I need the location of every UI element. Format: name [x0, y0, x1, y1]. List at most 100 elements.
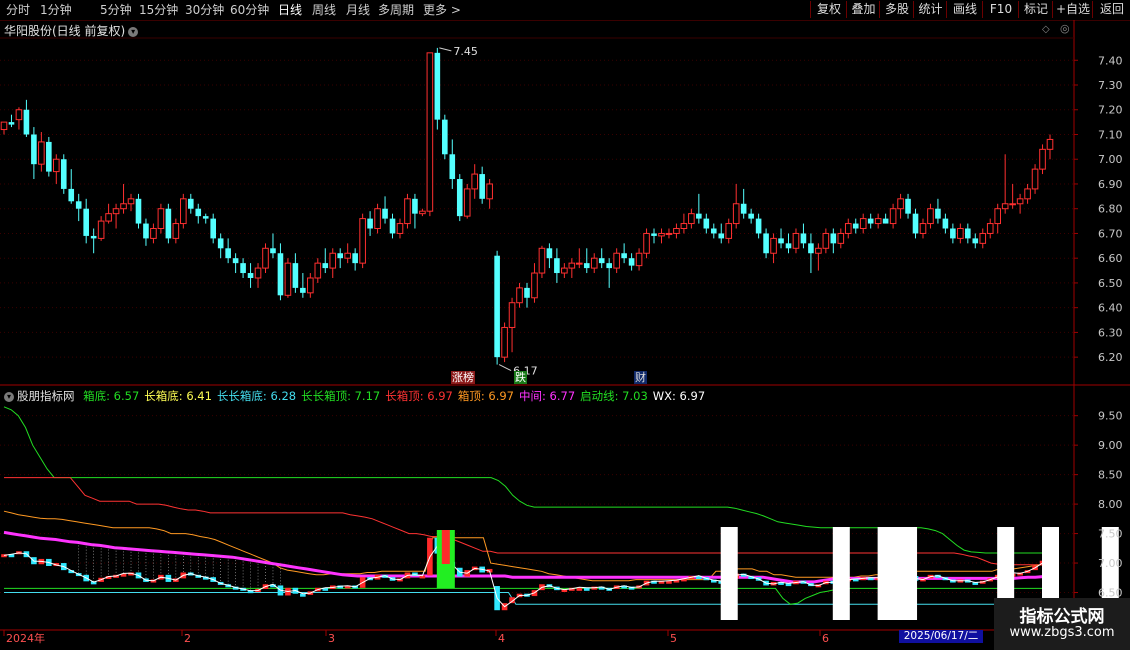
candle-71 [531, 272, 538, 299]
price-tick-5: 6.90 [1098, 178, 1123, 191]
candle-110 [822, 232, 830, 249]
candlestick-series [0, 47, 1054, 365]
event-badge-finance[interactable]: 财 [634, 371, 647, 384]
candle-11 [83, 208, 89, 236]
candle-44 [329, 252, 337, 269]
candle-133 [994, 208, 1002, 225]
candle-86 [643, 232, 650, 254]
indicator-value-6: 中间: 6.77 [519, 389, 576, 403]
candle-1 [8, 122, 15, 125]
candle-43 [322, 263, 329, 269]
candle-105 [785, 243, 792, 249]
candle-9 [68, 188, 75, 202]
candle-4 [31, 134, 37, 165]
candle-107 [800, 233, 807, 244]
candle-69 [516, 287, 523, 304]
signal-bar-2 [877, 527, 895, 620]
candle-68 [508, 302, 516, 328]
candle-40 [300, 287, 306, 293]
candle-8 [60, 159, 67, 189]
candle-12 [90, 235, 97, 239]
candle-22 [165, 208, 172, 239]
indicator-value-5: 箱顶: 6.97 [457, 389, 514, 403]
candle-32 [240, 263, 246, 274]
price-tick-6: 6.80 [1098, 203, 1123, 216]
candle-130 [972, 238, 979, 244]
candle-70 [524, 287, 530, 298]
watermark-sub: www.zbgs3.com [1009, 625, 1115, 640]
candle-126 [942, 218, 949, 229]
price-tick-2: 7.20 [1098, 104, 1123, 117]
candle-35 [262, 247, 269, 269]
candle-28 [210, 218, 217, 239]
kline-chart-canvas[interactable]: 7.40 7.30 7.20 7.10 7.00 6.90 6.80 6.70 6.60 6.50… [0, 0, 1130, 650]
time-tick-1: 2 [184, 632, 191, 645]
candle-67 [501, 326, 508, 358]
max-price-label: 7.45 [453, 45, 478, 58]
candle-136 [1016, 198, 1024, 205]
candle-58 [434, 52, 441, 120]
candle-31 [232, 258, 239, 264]
price-tick-1: 7.30 [1098, 79, 1123, 92]
chevron-down-icon[interactable]: ▾ [4, 391, 14, 402]
candle-127 [950, 228, 956, 239]
candle-53 [396, 223, 404, 234]
candle-111 [830, 233, 837, 244]
candle-122 [912, 213, 919, 234]
candle-41 [307, 277, 314, 294]
price-tick-10: 6.40 [1098, 302, 1123, 315]
candle-134 [1001, 203, 1009, 210]
candle-116 [867, 218, 874, 224]
candle-66 [494, 255, 500, 358]
ind-tick-0: 9.50 [1098, 410, 1123, 423]
candle-36 [270, 248, 276, 254]
ind-tick-4: 7.50 [1098, 528, 1123, 541]
candle-104 [778, 238, 784, 244]
candle-91 [680, 223, 688, 230]
candle-93 [696, 213, 702, 219]
candle-103 [770, 237, 777, 254]
candle-60 [449, 154, 456, 180]
candle-19 [143, 223, 149, 239]
candle-77 [575, 262, 583, 265]
candle-102 [763, 233, 769, 254]
candle-16 [120, 203, 127, 210]
candle-84 [628, 258, 635, 266]
candle-137 [1024, 188, 1031, 200]
price-tick-4: 7.00 [1098, 153, 1123, 166]
signal-bar-1 [832, 527, 850, 620]
candle-2 [15, 109, 23, 121]
indicator-name[interactable]: 股朋指标网 [17, 389, 75, 403]
ind-bar-77 [576, 587, 583, 591]
candle-72 [538, 247, 546, 274]
candle-95 [710, 228, 717, 234]
indicator-value-8: WX: 6.97 [652, 389, 706, 403]
candle-139 [1039, 148, 1046, 170]
event-badge-limit-up[interactable]: 涨榜 [451, 371, 475, 384]
candle-30 [225, 248, 231, 259]
candle-101 [755, 218, 762, 234]
diamond-icon[interactable]: ◇ [1042, 24, 1050, 35]
candle-89 [665, 232, 673, 235]
watermark-main: 指标公式网 [1019, 607, 1105, 627]
price-tick-9: 6.50 [1098, 277, 1123, 290]
candle-52 [389, 218, 396, 234]
candle-128 [957, 228, 964, 239]
candle-85 [635, 252, 643, 267]
candle-25 [187, 198, 194, 209]
ind-tick-1: 9.00 [1098, 439, 1123, 452]
indicator-values: 箱底: 6.57 长箱底: 6.41 长长箱底: 6.28 长长箱顶: 7.17 长箱顶… [83, 389, 710, 403]
price-tick-7: 6.70 [1098, 227, 1123, 240]
candle-33 [247, 273, 254, 278]
candle-15 [112, 208, 120, 215]
settings-icon[interactable]: ◎ [1060, 22, 1070, 35]
indicator-header: ▾ 股朋指标网 箱底: 6.57 长箱底: 6.41 长长箱底: 6.28 长长箱顶: … [4, 388, 715, 404]
candle-135 [1009, 203, 1016, 206]
event-badge-down[interactable]: 跌 [514, 371, 527, 384]
candle-56 [419, 210, 426, 215]
time-tick-2: 3 [328, 632, 335, 645]
time-tick-0: 2024年 [6, 631, 45, 645]
indicator-lines [1, 406, 1119, 620]
candle-124 [927, 208, 934, 225]
candle-3 [23, 109, 30, 135]
